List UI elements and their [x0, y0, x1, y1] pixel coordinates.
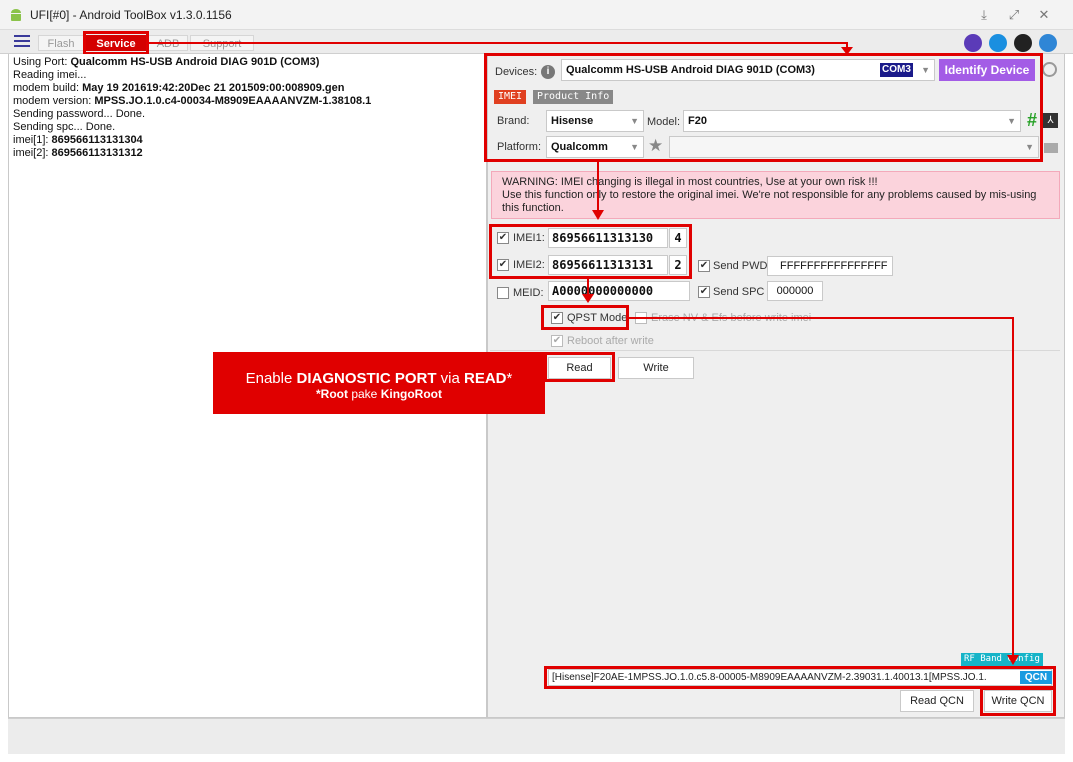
arrow-head [1007, 655, 1019, 665]
arrow-head [592, 210, 604, 220]
reboot-label: Reboot after write [567, 335, 654, 347]
annotation-arrow [1012, 317, 1014, 657]
gear-icon[interactable] [1039, 34, 1057, 52]
pwd-input[interactable]: FFFFFFFFFFFFFFFF [767, 256, 893, 276]
android-icon [11, 9, 21, 21]
annotation-callout: Enable DIAGNOSTIC PORT via READ* *Root p… [213, 352, 545, 414]
send-spc-label: Send SPC [713, 286, 765, 298]
info-circle-icon[interactable] [1014, 34, 1032, 52]
log-line: Using Port: Qualcomm HS-USB Android DIAG… [13, 56, 320, 68]
send-spc-checkbox[interactable]: ✔ [698, 286, 710, 298]
callout-text: pake [347, 387, 381, 401]
send-pwd-label: Send PWD [713, 260, 768, 272]
arrow-head [841, 47, 853, 55]
meid-checkbox[interactable] [497, 287, 509, 299]
qcn-file-highlight [544, 666, 1056, 689]
warning-line: Use this function only to restore the or… [502, 189, 1037, 201]
close-icon[interactable]: ✕ [1034, 6, 1054, 24]
imei-highlight [489, 224, 692, 279]
log-line: Reading imei... [13, 69, 87, 81]
reboot-checkbox[interactable]: ✔ [551, 335, 563, 347]
globe-icon[interactable] [964, 34, 982, 52]
meid-input[interactable]: A0000000000000 [548, 281, 690, 301]
window-title: UFI[#0] - Android ToolBox v1.3.0.1156 [30, 8, 232, 22]
warning-line: this function. [502, 202, 564, 214]
meid-label: MEID: [513, 287, 544, 299]
callout-text: *Root [315, 387, 348, 401]
callout-line-2: *Root pake KingoRoot [213, 387, 545, 401]
power-icon[interactable] [1042, 62, 1057, 77]
annotation-arrow [149, 42, 847, 44]
callout-text: via [436, 370, 465, 387]
callout-text: * [506, 370, 513, 387]
tab-flash[interactable]: Flash [38, 35, 84, 51]
write-qcn-highlight [980, 687, 1056, 716]
service-tab-highlight [83, 31, 149, 55]
log-line: modem version: MPSS.JO.1.0.c4-00034-M890… [13, 95, 372, 107]
status-bar [8, 718, 1065, 754]
read-highlight [544, 352, 615, 382]
callout-text: DIAGNOSTIC PORT [296, 370, 437, 387]
rf-band-config-label[interactable]: RF Band Config [961, 653, 1043, 666]
download-circle-icon[interactable] [989, 34, 1007, 52]
send-pwd-checkbox[interactable]: ✔ [698, 260, 710, 272]
log-line: Sending password... Done. [13, 108, 146, 120]
callout-text: KingoRoot [380, 387, 442, 401]
write-button[interactable]: Write [618, 357, 694, 379]
warning-line: WARNING: IMEI changing is illegal in mos… [502, 176, 878, 188]
terminal-icon[interactable]: ⅄ [1043, 113, 1058, 128]
read-qcn-button[interactable]: Read QCN [900, 690, 974, 712]
log-line: modem build: May 19 201619:42:20Dec 21 2… [13, 82, 345, 94]
log-line: imei[1]: 869566113131304 [13, 134, 143, 146]
log-line: imei[2]: 869566113131312 [13, 147, 143, 159]
callout-text: READ [464, 370, 507, 387]
annotation-arrow [629, 317, 1013, 319]
spc-input[interactable]: 000000 [767, 281, 823, 301]
divider [490, 350, 1060, 351]
hamburger-menu-icon[interactable] [14, 35, 30, 49]
arrow-head [582, 294, 594, 303]
callout-line-1: Enable DIAGNOSTIC PORT via READ* [213, 370, 545, 387]
device-section-highlight [484, 53, 1043, 162]
callout-text: Enable [245, 370, 297, 387]
folder-icon[interactable] [1044, 143, 1058, 153]
warning-box: WARNING: IMEI changing is illegal in mos… [491, 171, 1060, 219]
log-line: Sending spc... Done. [13, 121, 116, 133]
maximize-icon[interactable]: ⤢ [1004, 6, 1024, 24]
qpst-highlight [541, 305, 629, 330]
annotation-arrow [597, 162, 599, 217]
download-icon[interactable]: ⤓ [974, 6, 994, 24]
